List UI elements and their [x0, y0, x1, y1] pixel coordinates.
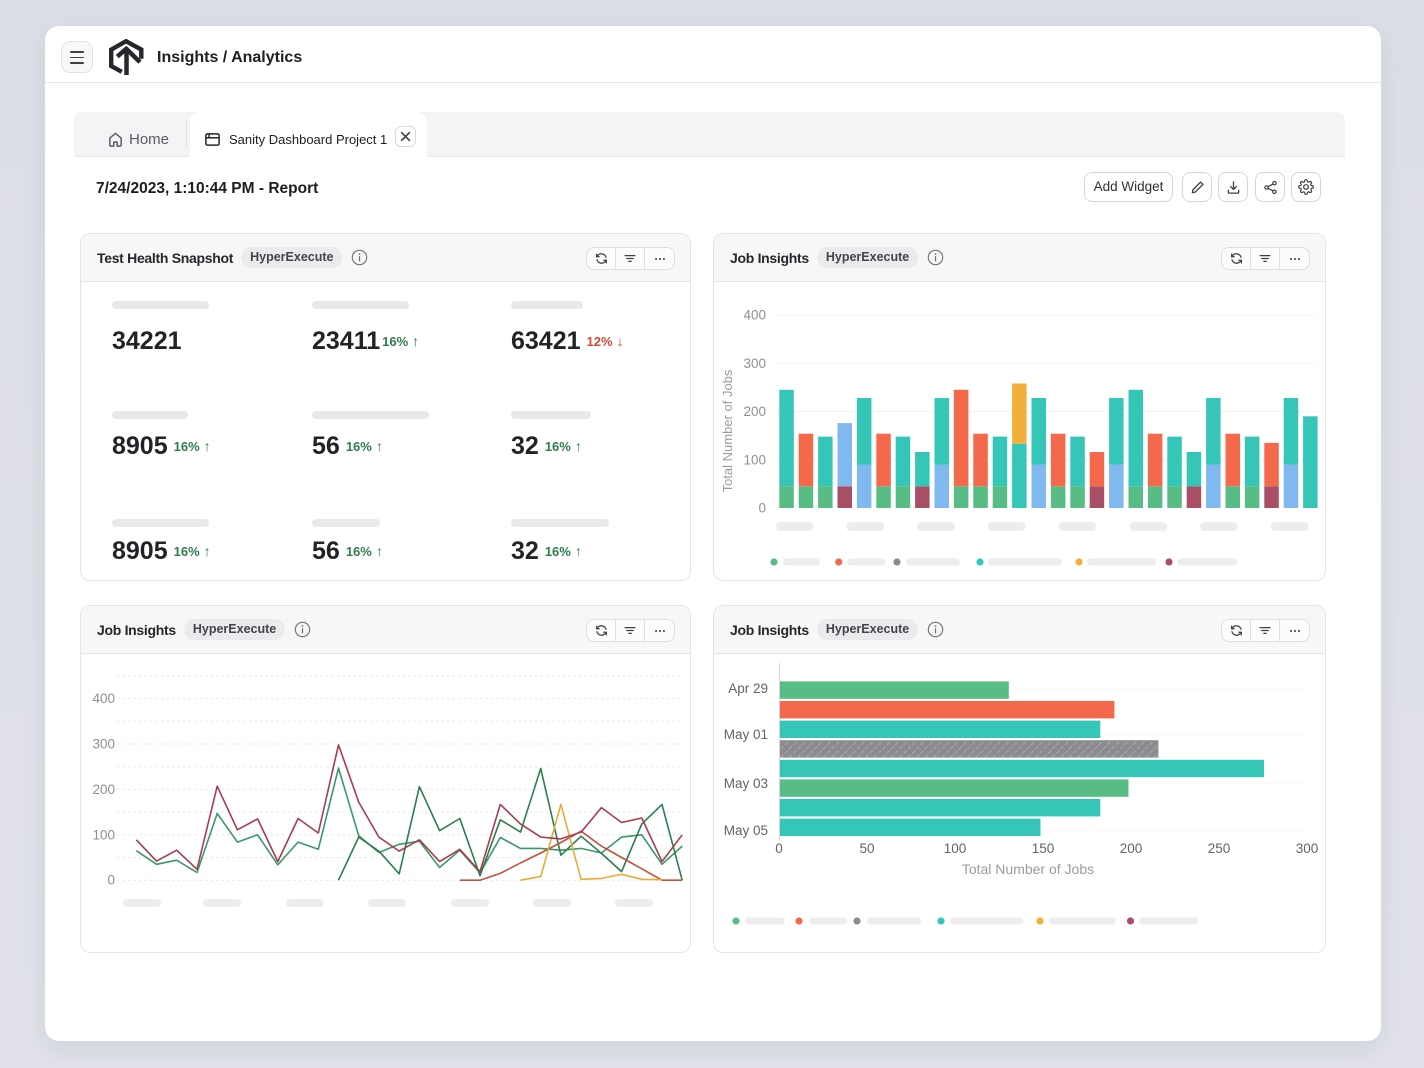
svg-text:Total Number of Jobs: Total Number of Jobs	[962, 861, 1094, 877]
svg-text:300: 300	[1296, 841, 1319, 856]
svg-text:May 05: May 05	[724, 823, 768, 838]
svg-text:100: 100	[92, 827, 115, 842]
svg-text:May 01: May 01	[724, 727, 768, 742]
svg-text:400: 400	[743, 308, 766, 323]
svg-text:250: 250	[1208, 841, 1231, 856]
svg-text:300: 300	[743, 356, 766, 371]
svg-text:150: 150	[1032, 841, 1055, 856]
svg-text:200: 200	[92, 782, 115, 797]
svg-text:200: 200	[743, 404, 766, 419]
svg-text:May 03: May 03	[724, 776, 768, 791]
svg-text:0: 0	[107, 873, 115, 888]
svg-text:400: 400	[92, 691, 115, 706]
svg-text:0: 0	[775, 841, 783, 856]
svg-text:50: 50	[859, 841, 874, 856]
svg-text:200: 200	[1120, 841, 1143, 856]
svg-text:300: 300	[92, 737, 115, 752]
svg-text:Total Number of Jobs: Total Number of Jobs	[720, 369, 735, 492]
svg-text:100: 100	[743, 452, 766, 467]
svg-text:100: 100	[944, 841, 967, 856]
svg-text:Apr 29: Apr 29	[728, 681, 768, 696]
svg-text:0: 0	[758, 501, 766, 516]
